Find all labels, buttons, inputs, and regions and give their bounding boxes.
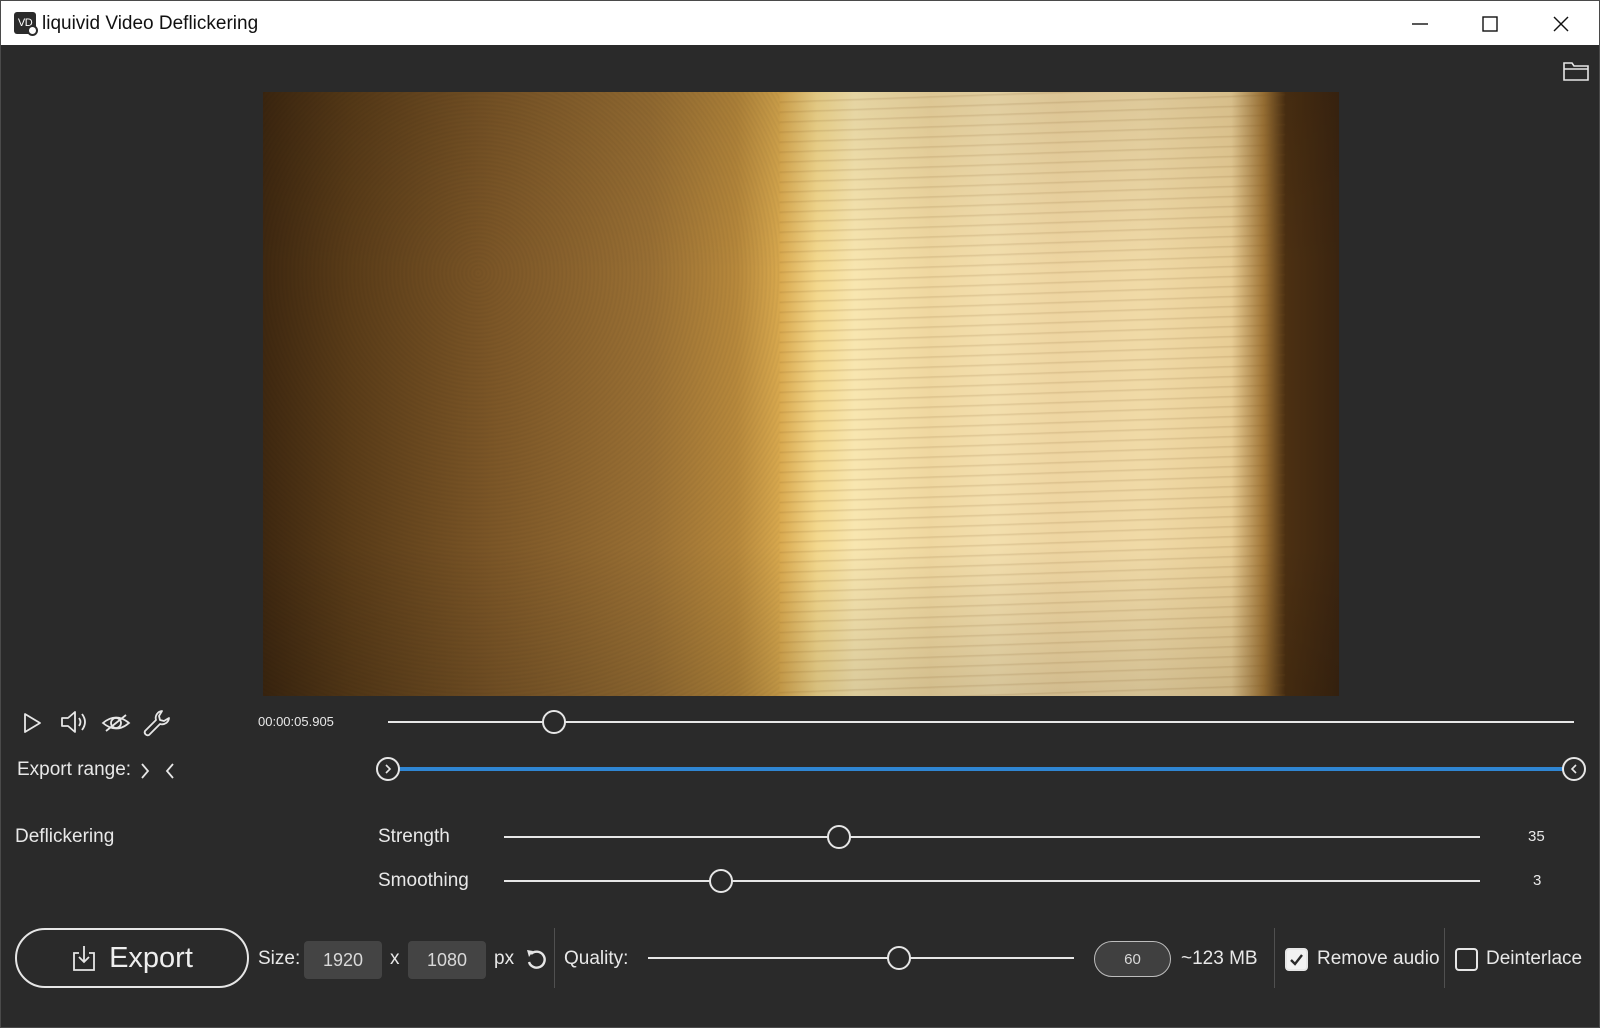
size-label: Size: [258,948,300,970]
smoothing-label: Smoothing [378,870,469,892]
unit-label: px [494,948,514,970]
export-range-end-handle[interactable] [1562,757,1586,781]
maximize-icon [1481,15,1499,33]
deinterlace-checkbox[interactable] [1455,948,1478,971]
height-input[interactable]: 1080 [408,941,486,979]
export-button[interactable]: Export [15,928,249,988]
separator [1444,928,1445,988]
eye-slash-icon[interactable] [100,709,132,737]
close-button[interactable] [1526,1,1596,46]
video-preview [263,92,1339,696]
close-icon [1552,15,1570,33]
quality-label: Quality: [564,948,628,970]
smoothing-track[interactable] [504,880,1480,882]
strength-track[interactable] [504,836,1480,838]
separator [1274,928,1275,988]
strength-value: 35 [1528,828,1545,845]
separator [554,928,555,988]
maximize-button[interactable] [1455,1,1525,46]
export-range-track[interactable] [388,767,1574,771]
remove-audio-checkbox[interactable] [1285,948,1308,971]
volume-icon[interactable] [59,708,91,736]
minimize-icon [1411,15,1429,33]
chevron-right-icon[interactable] [138,761,152,781]
checkmark-icon [1287,950,1306,969]
export-range-label: Export range: [17,759,131,781]
export-download-icon [71,943,97,973]
main-area: 00:00:05.905 Export range: Deflickering … [0,45,1600,1028]
window-title: liquivid Video Deflickering [42,13,258,35]
chevron-left-icon [1569,763,1579,775]
times-label: x [390,948,400,970]
width-input[interactable]: 1920 [304,941,382,979]
strength-label: Strength [378,826,450,848]
reset-icon[interactable] [524,947,550,973]
quality-value-field[interactable]: 60 [1094,941,1171,977]
title-bar: VD liquivid Video Deflickering [0,0,1600,45]
timeline-thumb[interactable] [542,710,566,734]
remove-audio-label: Remove audio [1317,948,1440,970]
minimize-button[interactable] [1385,1,1455,46]
smoothing-thumb[interactable] [709,869,733,893]
folder-icon[interactable] [1562,59,1590,83]
strength-thumb[interactable] [827,825,851,849]
export-button-label: Export [109,942,193,975]
timecode: 00:00:05.905 [258,714,334,729]
play-icon[interactable] [21,711,43,735]
chevron-left-icon[interactable] [163,761,177,781]
quality-thumb[interactable] [887,946,911,970]
deinterlace-label: Deinterlace [1486,948,1582,970]
export-range-start-handle[interactable] [376,757,400,781]
app-icon: VD [14,12,36,34]
chevron-right-icon [383,763,393,775]
file-size-label: ~123 MB [1181,948,1258,970]
quality-track[interactable] [648,957,1074,959]
wrench-icon[interactable] [142,708,172,738]
deflickering-section-label: Deflickering [15,826,114,848]
smoothing-value: 3 [1533,872,1541,889]
